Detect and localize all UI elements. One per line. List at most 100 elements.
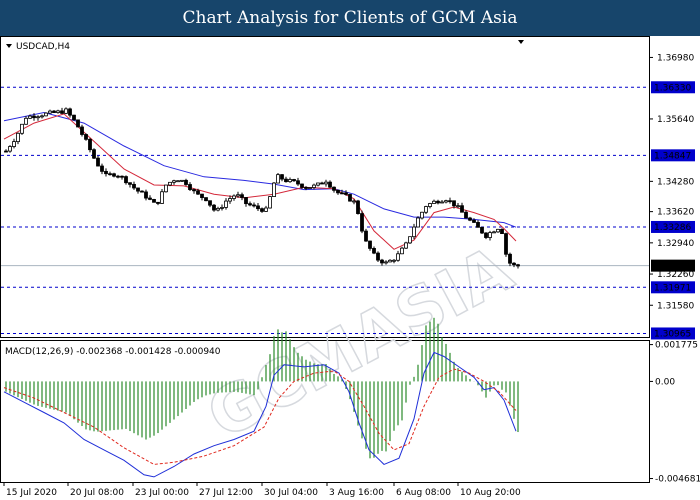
candle-body bbox=[216, 207, 220, 211]
candle-body bbox=[100, 165, 104, 172]
candle-body bbox=[432, 200, 436, 204]
macd-label: MACD(12,26,9) -0.002368 -0.001428 -0.000… bbox=[5, 347, 221, 357]
price-panel-frame bbox=[0, 36, 650, 338]
candle-body bbox=[48, 110, 52, 114]
candle-body bbox=[380, 259, 384, 264]
candle-body bbox=[20, 123, 24, 134]
candle-body bbox=[80, 126, 84, 135]
candle-body bbox=[336, 189, 340, 194]
candle-body bbox=[240, 194, 244, 198]
time-tick-label: 30 Jul 04:00 bbox=[264, 488, 318, 498]
symbol-label: USDCAD,H4 bbox=[16, 42, 70, 52]
candle-body bbox=[116, 175, 120, 178]
candle-body bbox=[276, 174, 280, 184]
candle-body bbox=[92, 149, 96, 159]
candle-body bbox=[284, 178, 288, 183]
candle-body bbox=[256, 205, 260, 210]
candle-body bbox=[196, 190, 200, 195]
candle-body bbox=[472, 219, 476, 223]
candle-body bbox=[140, 190, 144, 193]
candle-body bbox=[404, 242, 408, 249]
candle-body bbox=[408, 236, 412, 244]
candle-body bbox=[364, 230, 368, 242]
candle-body bbox=[24, 117, 28, 125]
candle-body bbox=[16, 132, 20, 143]
candle-body bbox=[428, 203, 432, 207]
price-tick-label: 1.36980 bbox=[657, 53, 694, 63]
candle-body bbox=[372, 248, 376, 254]
candle-body bbox=[464, 211, 468, 219]
candle-body bbox=[56, 110, 60, 113]
candle-body bbox=[296, 180, 300, 185]
candle-body bbox=[360, 213, 364, 232]
macd-tick-label: 0.00 bbox=[655, 377, 675, 387]
candle-body bbox=[108, 173, 112, 176]
candle-body bbox=[244, 197, 248, 205]
macd-tick-label: -0.004681 bbox=[655, 475, 700, 485]
candle-body bbox=[228, 198, 232, 202]
candle-body bbox=[128, 182, 132, 185]
candle-body bbox=[348, 194, 352, 202]
candle-body bbox=[292, 179, 296, 182]
candle-body bbox=[396, 253, 400, 261]
candle-body bbox=[448, 200, 452, 203]
candle-body bbox=[200, 193, 204, 198]
candle-body bbox=[268, 196, 272, 209]
candle-body bbox=[36, 116, 40, 119]
candle-body bbox=[368, 240, 372, 249]
candle-body bbox=[496, 228, 500, 233]
candle-body bbox=[460, 205, 464, 213]
candle-body bbox=[32, 115, 36, 119]
candle-body bbox=[484, 232, 488, 238]
candle-body bbox=[452, 200, 456, 207]
time-tick-label: 15 Jul 2020 bbox=[6, 488, 57, 498]
candle-body bbox=[440, 201, 444, 204]
candle-body bbox=[64, 108, 68, 114]
candle-body bbox=[388, 259, 392, 263]
candle-body bbox=[152, 199, 156, 203]
candle-body bbox=[456, 205, 460, 208]
candle-body bbox=[300, 183, 304, 188]
candle-body bbox=[356, 200, 360, 214]
candle-body bbox=[416, 217, 420, 228]
time-tick-label: 20 Jul 08:00 bbox=[70, 488, 124, 498]
candle-body bbox=[516, 264, 520, 267]
candle-body bbox=[260, 208, 264, 212]
candle-body bbox=[168, 181, 172, 186]
candle-body bbox=[204, 197, 208, 202]
candle-body bbox=[488, 232, 492, 238]
time-tick-label: 6 Aug 08:00 bbox=[396, 488, 451, 498]
candle-body bbox=[60, 110, 64, 114]
candle-body bbox=[272, 182, 276, 197]
candle-body bbox=[420, 211, 424, 219]
chart-area: GCMASIA 1.363301.348471.332861.324431.31… bbox=[0, 36, 700, 498]
candle-body bbox=[192, 189, 196, 192]
candle-body bbox=[252, 204, 256, 207]
candle-body bbox=[4, 150, 8, 153]
level-label: 1.30965 bbox=[654, 329, 691, 339]
candle-body bbox=[8, 146, 12, 152]
candle-body bbox=[144, 191, 148, 199]
candle-body bbox=[384, 261, 388, 264]
candle-body bbox=[68, 108, 72, 116]
candle-body bbox=[188, 184, 192, 190]
candle-body bbox=[288, 179, 292, 183]
macd-tick-label: 0.001775 bbox=[655, 341, 698, 351]
candle-body bbox=[72, 114, 76, 121]
candle-body bbox=[312, 184, 316, 188]
time-tick-label: 23 Jul 00:00 bbox=[135, 488, 189, 498]
candle-body bbox=[236, 194, 240, 197]
candle-body bbox=[160, 191, 164, 204]
candle-body bbox=[88, 138, 92, 151]
candle-body bbox=[40, 115, 44, 118]
candle-body bbox=[52, 110, 56, 113]
candle-body bbox=[156, 201, 160, 204]
candle-body bbox=[344, 192, 348, 195]
candle-body bbox=[304, 186, 308, 189]
candle-body bbox=[76, 119, 80, 128]
candle-body bbox=[148, 197, 152, 200]
candle-body bbox=[184, 179, 188, 185]
candle-body bbox=[176, 180, 180, 183]
candle-body bbox=[264, 207, 268, 212]
candle-body bbox=[468, 217, 472, 221]
